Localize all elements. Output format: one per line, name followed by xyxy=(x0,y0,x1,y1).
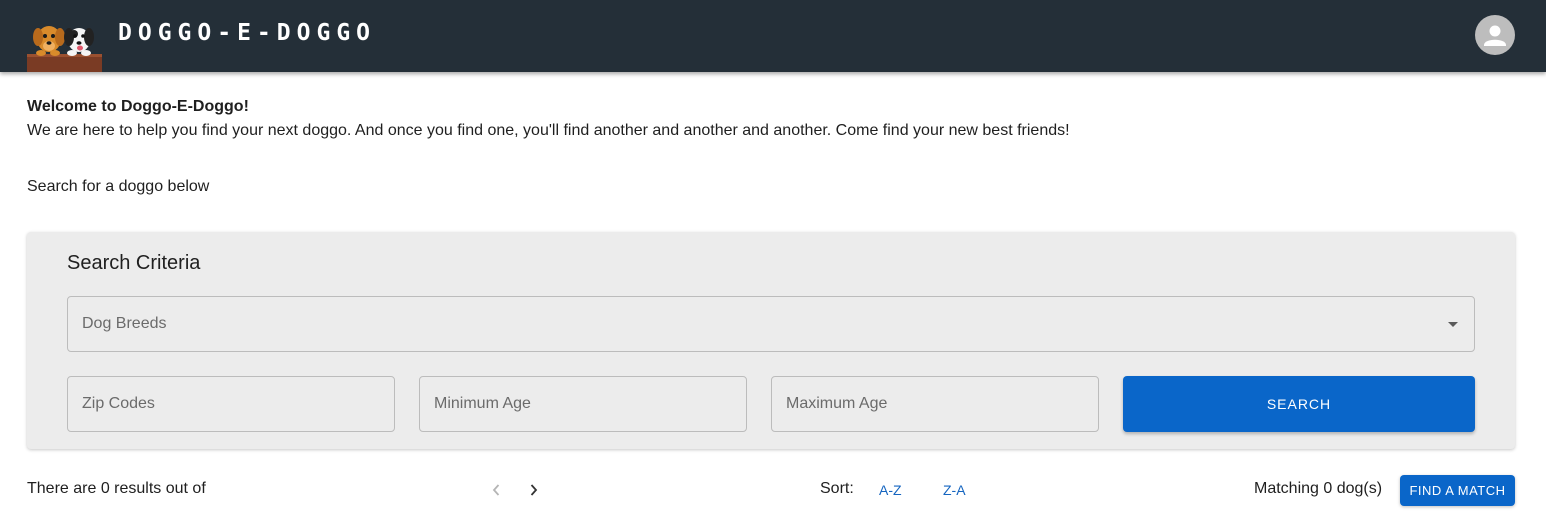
dog-breeds-select[interactable]: Dog Breeds xyxy=(67,296,1475,352)
chevron-right-icon[interactable] xyxy=(524,480,544,500)
minimum-age-placeholder: Minimum Age xyxy=(434,395,531,412)
matching-count: Matching 0 dog(s) xyxy=(1254,480,1383,497)
results-count: There are 0 results out of xyxy=(27,480,206,497)
sort-label: Sort: xyxy=(820,480,854,497)
search-criteria-panel: Search Criteria Dog Breeds Zip Codes Min… xyxy=(27,232,1515,449)
dog-breeds-placeholder: Dog Breeds xyxy=(82,315,167,332)
maximum-age-placeholder: Maximum Age xyxy=(786,395,888,412)
sort-za-button[interactable]: Z-A xyxy=(943,480,966,500)
search-hint: Search for a doggo below xyxy=(27,178,210,195)
search-button[interactable]: SEARCH xyxy=(1123,376,1475,432)
welcome-message: We are here to help you find your next d… xyxy=(27,122,1070,139)
minimum-age-input[interactable]: Minimum Age xyxy=(419,376,747,432)
sort-az-button[interactable]: A-Z xyxy=(879,480,902,500)
dropdown-arrow-icon xyxy=(1448,322,1458,327)
chevron-left-icon[interactable] xyxy=(486,480,506,500)
zip-codes-placeholder: Zip Codes xyxy=(82,395,155,412)
find-a-match-button[interactable]: FIND A MATCH xyxy=(1400,475,1515,506)
zip-codes-input[interactable]: Zip Codes xyxy=(67,376,395,432)
brand-title: DOGGO-E-DOGGO xyxy=(118,20,377,46)
welcome-heading: Welcome to Doggo-E-Doggo! xyxy=(27,98,249,115)
account-avatar-icon[interactable] xyxy=(1475,15,1515,55)
two-dogs-logo-icon xyxy=(27,17,102,72)
search-criteria-title: Search Criteria xyxy=(67,252,201,274)
app-bar: DOGGO-E-DOGGO xyxy=(0,0,1546,72)
maximum-age-input[interactable]: Maximum Age xyxy=(771,376,1099,432)
